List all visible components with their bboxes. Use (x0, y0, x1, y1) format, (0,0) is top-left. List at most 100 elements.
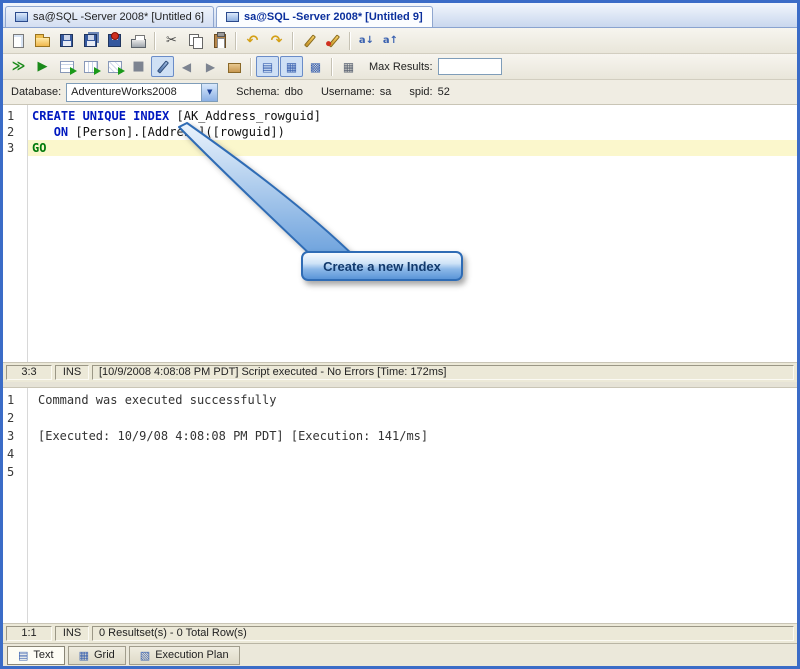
database-label: Database: (11, 86, 62, 98)
connection-monitor-icon (15, 12, 28, 22)
tab-untitled-9[interactable]: sa@SQL -Server 2008* [Untitled 9] (215, 6, 433, 27)
schema-label: Schema: (236, 86, 280, 98)
sort-descending-button[interactable]: a↑ (379, 30, 402, 51)
open-folder-icon (35, 34, 50, 47)
results-pane[interactable]: 1 2 3 4 5 Command was executed successfu… (3, 387, 797, 624)
cut-button[interactable]: ✂ (160, 30, 183, 51)
toolbar-separator (235, 31, 237, 50)
grid-results-toggle[interactable]: ▦ (280, 56, 303, 77)
tab-execution-plan[interactable]: ▧ Execution Plan (128, 645, 240, 665)
save-icon (60, 34, 73, 47)
result-line (28, 409, 797, 427)
sql-line-current: GO (28, 140, 797, 156)
cut-icon: ✂ (166, 33, 177, 48)
execute-fetch-all-button[interactable] (55, 56, 78, 77)
callout-balloon: Create a new Index (301, 251, 463, 281)
sort-ascending-icon: a↓ (358, 34, 375, 46)
copy-button[interactable] (184, 30, 207, 51)
result-line (28, 463, 797, 481)
tab-label: Grid (94, 649, 115, 661)
line-number: 2 (7, 411, 15, 425)
tab-label: sa@SQL -Server 2008* [Untitled 6] (33, 11, 204, 23)
editor-code-area[interactable]: CREATE UNIQUE INDEX [AK_Address_rowguid]… (28, 105, 797, 362)
username-value: sa (379, 86, 392, 98)
insert-mode-indicator: INS (55, 365, 89, 380)
execute-button[interactable]: ▶ (31, 56, 54, 77)
connection-monitor-icon (225, 12, 239, 22)
sql-editor-pane[interactable]: 1 2 3 CREATE UNIQUE INDEX [AK_Address_ro… (3, 105, 797, 363)
open-file-button[interactable] (31, 30, 54, 51)
package-icon (228, 63, 241, 73)
line-number: 1 (7, 393, 15, 407)
sort-ascending-button[interactable]: a↓ (355, 30, 378, 51)
execute-all-button[interactable]: ≫ (7, 56, 30, 77)
execution-plan-icon: ▧ (139, 648, 151, 662)
connection-bar: Database: AdventureWorks2008 ▼ Schema: d… (3, 80, 797, 105)
result-line: [Executed: 10/9/08 4:08:08 PM PDT] [Exec… (38, 429, 429, 443)
tab-label: sa@SQL -Server 2008* [Untitled 9] (243, 11, 423, 23)
toolbar-separator (250, 57, 252, 76)
tab-untitled-6[interactable]: sa@SQL -Server 2008* [Untitled 6] (5, 6, 214, 27)
results-view-tabbar: ▤ Text ▦ Grid ▧ Execution Plan (3, 643, 797, 666)
save-button[interactable] (55, 30, 78, 51)
send-to-file-button[interactable] (223, 56, 246, 77)
format-sql-button[interactable] (298, 30, 321, 51)
result-options-button[interactable]: ▦ (337, 56, 360, 77)
undo-icon: ↶ (246, 32, 259, 49)
sql-line: CREATE UNIQUE INDEX [AK_Address_rowguid] (28, 108, 797, 124)
sql-code: [Person].[Address]([rowguid]) (68, 125, 285, 139)
pivot-grid-icon: ▩ (309, 59, 322, 74)
line-number: 5 (7, 465, 15, 479)
sql-indent (32, 125, 54, 139)
line-number: 4 (7, 447, 15, 461)
history-back-button[interactable]: ◀ (175, 56, 198, 77)
tab-label: Text (33, 649, 54, 661)
text-results-toggle[interactable]: ▤ (256, 56, 279, 77)
redo-icon: ↷ (270, 32, 283, 49)
document-tabstrip: sa@SQL -Server 2008* [Untitled 6] sa@SQL… (3, 3, 797, 28)
max-results-label: Max Results: (369, 60, 433, 73)
paste-icon (213, 31, 226, 48)
line-number: 1 (7, 109, 15, 123)
spell-check-button[interactable] (322, 30, 345, 51)
tab-grid-results[interactable]: ▦ Grid (67, 645, 126, 665)
database-select[interactable]: AdventureWorks2008 ▼ (66, 82, 219, 102)
max-results-input[interactable] (437, 58, 502, 75)
stop-icon: ■ (132, 59, 145, 74)
new-file-button[interactable] (7, 30, 30, 51)
spid-value: 52 (437, 86, 450, 98)
spid-label: spid: (409, 86, 433, 98)
undo-button[interactable]: ↶ (241, 30, 264, 51)
execution-toolbar: ≫ ▶ ■ ◀ ▶ ▤ ▦ ▩ ▦ Max Results: (3, 54, 797, 80)
print-button[interactable] (127, 30, 150, 51)
export-button[interactable] (103, 30, 126, 51)
toolbar-separator (349, 31, 351, 50)
sql-code: [AK_Address_rowguid] (169, 109, 322, 123)
tab-text-results[interactable]: ▤ Text (7, 645, 65, 665)
main-toolbar: ✂ ↶ ↷ a↓ a↑ (3, 28, 797, 54)
database-selected-value: AdventureWorks2008 (71, 86, 177, 98)
export-icon (108, 32, 121, 47)
edit-mode-toggle[interactable] (151, 56, 174, 77)
format-sql-icon (303, 33, 316, 48)
history-forward-button[interactable]: ▶ (199, 56, 222, 77)
stop-button[interactable]: ■ (127, 56, 150, 77)
sql-keyword: CREATE UNIQUE INDEX (32, 109, 170, 123)
sql-line: ON [Person].[Address]([rowguid]) (28, 124, 797, 140)
line-number: 2 (7, 125, 15, 139)
results-text-area: Command was executed successfully [Execu… (28, 388, 797, 623)
pivot-results-button[interactable]: ▩ (304, 56, 327, 77)
username-label: Username: (320, 86, 375, 98)
execute-all-icon: ≫ (11, 59, 26, 74)
options-grid-icon: ▦ (342, 59, 355, 74)
execute-explain-button[interactable] (103, 56, 126, 77)
text-results-icon: ▤ (261, 59, 274, 74)
grid-view-icon: ▦ (78, 648, 89, 662)
save-all-button[interactable] (79, 30, 102, 51)
execute-edit-button[interactable] (79, 56, 102, 77)
toolbar-separator (292, 31, 294, 50)
execute-explain-icon (107, 60, 125, 75)
redo-button[interactable]: ↷ (265, 30, 288, 51)
paste-button[interactable] (208, 30, 231, 51)
save-all-icon (84, 34, 97, 47)
